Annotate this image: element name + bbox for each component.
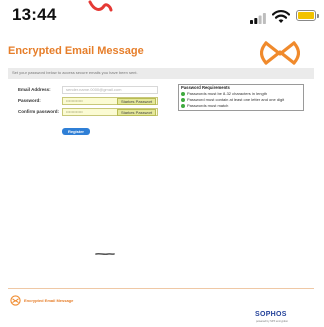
- footer-divider: [8, 288, 314, 289]
- password-label: Password:: [18, 98, 41, 103]
- cellular-signal-icon: [250, 13, 266, 24]
- check-icon: [181, 97, 185, 102]
- requirement-item: Password must contain at least one lette…: [181, 97, 284, 102]
- envelope-logo-icon: [10, 295, 21, 306]
- requirement-item: Passwords must be 8-32 characters in len…: [181, 91, 267, 96]
- sophos-tagline: powered by SPX encryption: [256, 320, 289, 323]
- requirements-title: Password Requirements: [181, 85, 230, 90]
- envelope-logo-icon: [260, 41, 300, 65]
- battery-icon: [296, 10, 316, 21]
- battery-level: [298, 12, 314, 19]
- wifi-icon: [272, 10, 290, 23]
- check-icon: [181, 103, 185, 108]
- requirement-text: Passwords must match: [187, 103, 229, 108]
- footer-label: Encrypted Email Message: [24, 298, 74, 303]
- check-icon: [181, 91, 185, 96]
- register-button[interactable]: Register: [62, 128, 90, 135]
- confirm-password-label: Confirm password:: [18, 109, 60, 114]
- password-strength-badge: Starkes Passwort: [117, 97, 157, 105]
- requirement-text: Password must contain at least one lette…: [187, 97, 285, 102]
- page-title: Encrypted Email Message: [8, 45, 144, 57]
- requirement-text: Passwords must be 8-32 characters in len…: [187, 91, 268, 96]
- sophos-logo: SOPHOS: [255, 311, 287, 318]
- status-time: 13:44: [12, 5, 57, 24]
- confirm-strength-badge: Starkes Passwort: [117, 108, 157, 116]
- battery-tip: [317, 14, 319, 18]
- requirement-item: Passwords must match: [181, 103, 228, 108]
- scribble-mark-icon: [95, 252, 115, 256]
- annotation-scribble-icon: [88, 0, 113, 12]
- email-label: Email Address:: [18, 87, 51, 92]
- instruction-text: Set your password below to access secure…: [12, 70, 138, 75]
- email-field[interactable]: sender.name.0000@gmail.com: [62, 86, 158, 94]
